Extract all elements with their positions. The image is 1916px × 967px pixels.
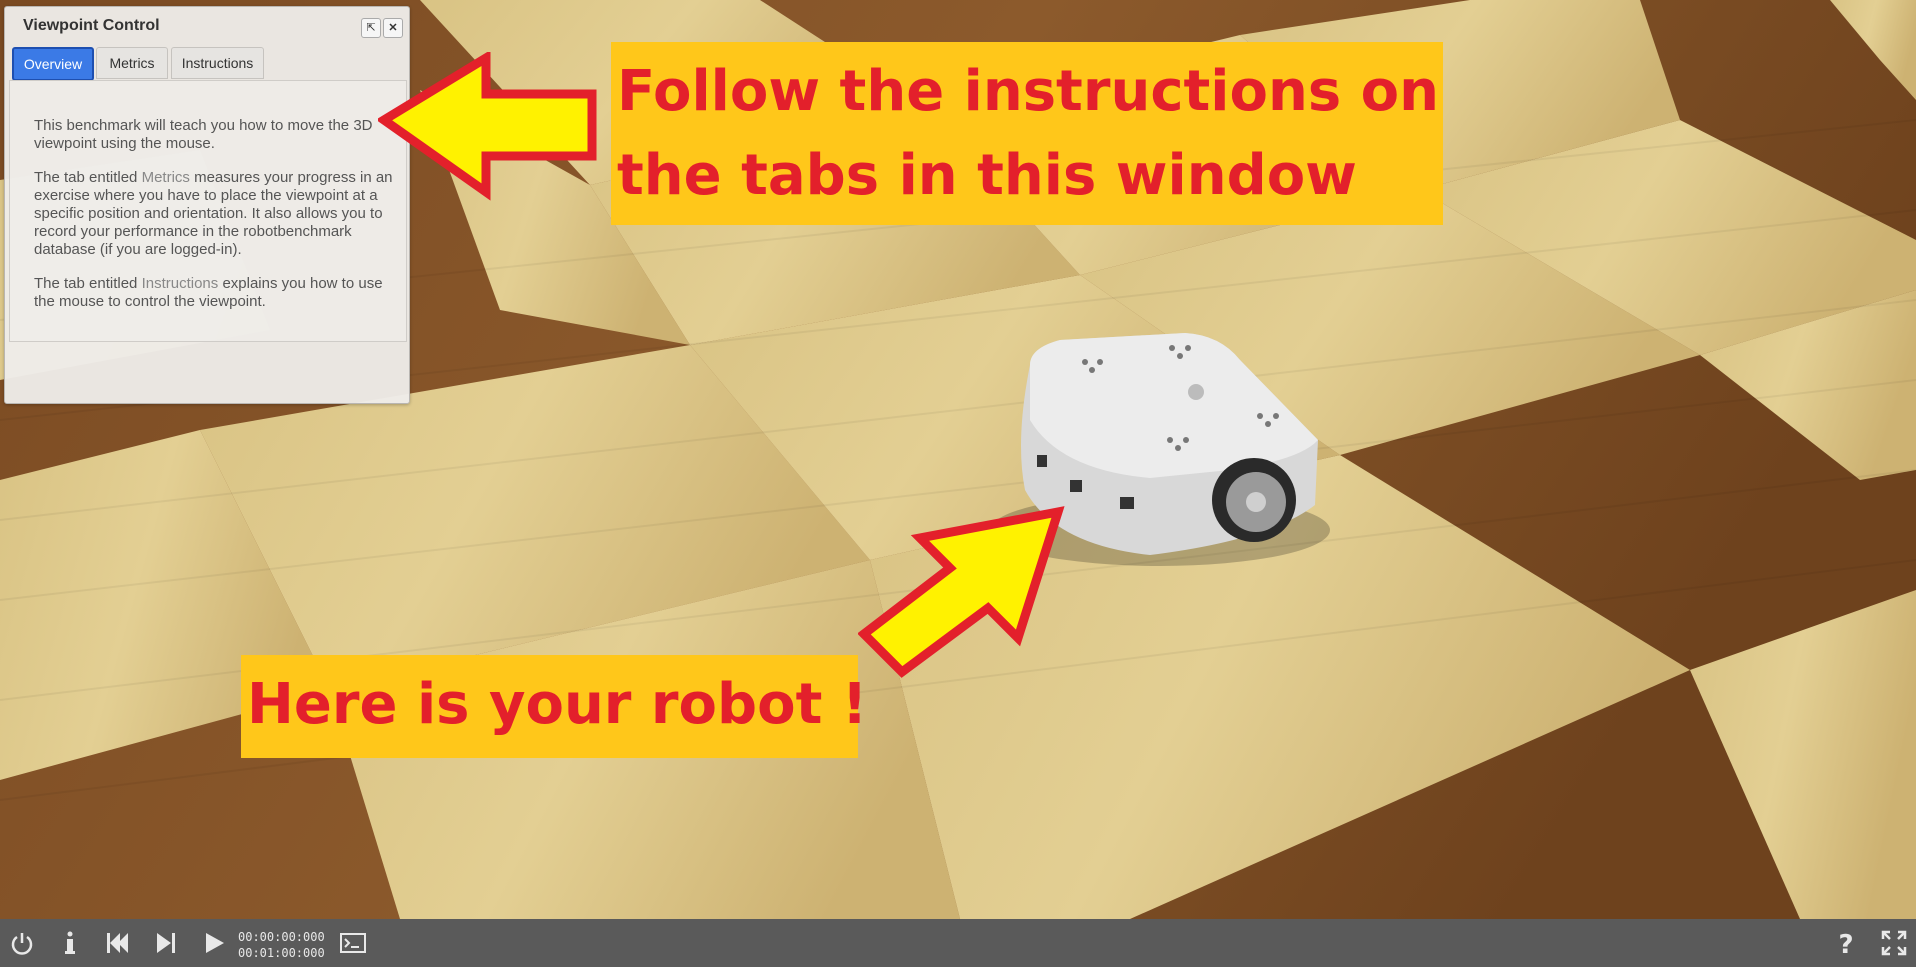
help-icon[interactable]: ? bbox=[1832, 929, 1860, 957]
fullscreen-icon[interactable] bbox=[1880, 929, 1908, 957]
up-right-arrow-icon bbox=[858, 506, 1065, 678]
tab-overview[interactable]: Overview bbox=[12, 47, 94, 81]
overview-content: This benchmark will teach you how to mov… bbox=[9, 80, 407, 342]
info-icon[interactable] bbox=[56, 929, 84, 957]
instructions-link[interactable]: Instructions bbox=[142, 275, 219, 292]
metrics-link[interactable]: Metrics bbox=[142, 169, 190, 186]
simulation-time: 00:00:00:000 00:01:00:000 bbox=[238, 929, 325, 961]
popout-icon[interactable]: ⇱ bbox=[361, 18, 381, 38]
overview-paragraph-2: The tab entitled Metrics measures your p… bbox=[34, 169, 394, 259]
callout-line-2: the tabs in this window bbox=[617, 143, 1357, 208]
play-icon[interactable] bbox=[200, 929, 228, 957]
text-fragment: The tab entitled bbox=[34, 275, 142, 292]
svg-text:?: ? bbox=[1838, 930, 1853, 957]
robot-callout: Here is your robot ! bbox=[241, 655, 867, 758]
instructions-callout: Follow the instructions on the tabs in t… bbox=[611, 42, 1443, 225]
text-fragment: The tab entitled bbox=[34, 169, 142, 186]
simulation-toolbar: 00:00:00:000 00:01:00:000 ? bbox=[0, 919, 1916, 967]
left-arrow-icon bbox=[378, 52, 597, 201]
tab-metrics[interactable]: Metrics bbox=[96, 47, 168, 79]
viewpoint-control-panel: Viewpoint Control ⇱ ✕ Overview Metrics I… bbox=[4, 6, 410, 404]
time-current: 00:00:00:000 bbox=[238, 930, 325, 944]
power-icon[interactable] bbox=[8, 929, 36, 957]
callout-line-1: Follow the instructions on bbox=[617, 59, 1439, 124]
overview-paragraph-1: This benchmark will teach you how to mov… bbox=[34, 117, 373, 152]
tab-instructions[interactable]: Instructions bbox=[171, 47, 264, 79]
close-icon[interactable]: ✕ bbox=[383, 18, 403, 38]
console-icon[interactable] bbox=[339, 929, 367, 957]
panel-title: Viewpoint Control bbox=[23, 17, 160, 34]
overview-paragraph-3: The tab entitled Instructions explains y… bbox=[34, 275, 394, 311]
step-icon[interactable] bbox=[152, 929, 180, 957]
reset-icon[interactable] bbox=[104, 929, 132, 957]
time-total: 00:01:00:000 bbox=[238, 946, 325, 960]
